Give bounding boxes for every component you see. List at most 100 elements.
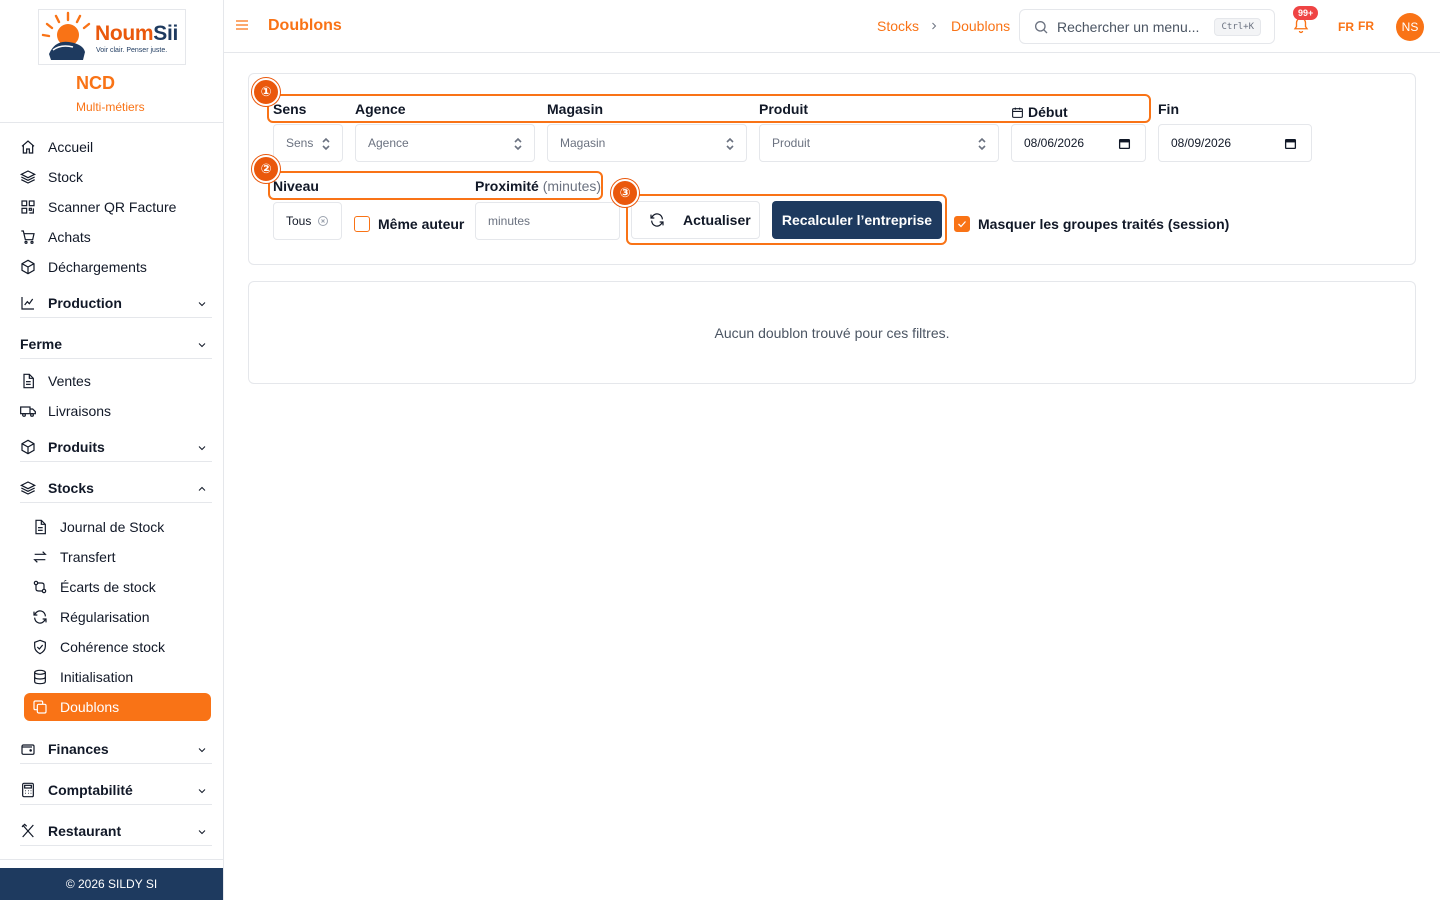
label-debut-text: Début bbox=[1028, 104, 1068, 120]
org-name: NCD bbox=[76, 73, 115, 93]
produit-select-value: Produit bbox=[772, 136, 811, 150]
layers-icon bbox=[20, 480, 36, 496]
masquer-groupes-checkbox[interactable] bbox=[954, 216, 970, 232]
clear-icon[interactable] bbox=[317, 215, 329, 227]
sidebar-item-livraisons[interactable]: Livraisons bbox=[20, 398, 210, 424]
produit-select[interactable]: Produit bbox=[759, 124, 999, 162]
search-input[interactable] bbox=[1057, 18, 1207, 35]
recalculer-entreprise-button[interactable]: Recalculer l’entreprise bbox=[772, 201, 942, 239]
menu-search[interactable]: Ctrl+K bbox=[1019, 9, 1275, 44]
fin-date-value: 08/09/2026 bbox=[1171, 136, 1232, 150]
sidebar-item-transfert[interactable]: Transfert bbox=[32, 544, 210, 570]
sidebar-group-produits[interactable]: Produits bbox=[20, 432, 212, 462]
sidebar-item-ventes[interactable]: Ventes bbox=[20, 368, 210, 394]
sidebar-group-comptabilite[interactable]: Comptabilité bbox=[20, 775, 212, 805]
sidebar-item-label: Doublons bbox=[60, 699, 120, 715]
language-switch[interactable]: FR bbox=[1338, 20, 1354, 34]
breadcrumb-stocks[interactable]: Stocks bbox=[877, 18, 919, 34]
fin-date-input[interactable]: 08/09/2026 bbox=[1158, 124, 1312, 162]
refresh-icon bbox=[32, 609, 48, 625]
sun-head-logo-icon bbox=[41, 11, 91, 60]
sidebar-item-initialisation[interactable]: Initialisation bbox=[32, 664, 210, 690]
chevron-down-icon bbox=[196, 338, 208, 350]
sidebar-item-label: Stock bbox=[48, 169, 84, 185]
brand-tagline: Voir clair. Penser juste. bbox=[96, 47, 168, 54]
chevron-down-icon bbox=[196, 784, 208, 796]
chevron-updown-icon bbox=[976, 137, 988, 151]
sidebar: NoumSii Voir clair. Penser juste. NCD Mu… bbox=[0, 0, 224, 900]
sidebar-item-coherence-stock[interactable]: Cohérence stock bbox=[32, 634, 210, 660]
niveau-select-value: Tous bbox=[286, 214, 312, 228]
label-sens: Sens bbox=[273, 101, 307, 117]
sidebar-item-label: Cohérence stock bbox=[60, 639, 166, 655]
label-proximite-text: Proximité bbox=[475, 178, 539, 194]
group-label: Stocks bbox=[48, 479, 94, 496]
home-icon bbox=[20, 139, 36, 155]
actualiser-button-label: Actualiser bbox=[683, 212, 751, 228]
chevron-updown-icon bbox=[512, 137, 524, 151]
topbar: Doublons Stocks Doublons Ctrl+K 99+ FR F… bbox=[224, 0, 1440, 53]
sidebar-item-ecarts-stock[interactable]: Écarts de stock bbox=[32, 574, 210, 600]
page-title: Doublons bbox=[268, 17, 342, 34]
proximite-input[interactable] bbox=[475, 202, 620, 240]
sidebar-item-label: Transfert bbox=[60, 549, 116, 565]
sidebar-group-ferme[interactable]: Ferme bbox=[20, 329, 212, 359]
menu-toggle-icon[interactable] bbox=[234, 17, 250, 33]
meme-auteur-checkbox[interactable] bbox=[354, 216, 370, 232]
magasin-select-value: Magasin bbox=[560, 136, 606, 150]
group-label: Comptabilité bbox=[48, 781, 133, 798]
sens-select[interactable]: Sens bbox=[273, 124, 343, 162]
sidebar-item-journal-stock[interactable]: Journal de Stock bbox=[32, 514, 210, 540]
sidebar-group-finances[interactable]: Finances bbox=[20, 734, 212, 764]
brand-logo[interactable]: NoumSii Voir clair. Penser juste. bbox=[38, 9, 186, 65]
sidebar-item-regularisation[interactable]: Régularisation bbox=[32, 604, 210, 630]
proximite-minutes-field[interactable] bbox=[476, 203, 619, 239]
sidebar-item-label: Écarts de stock bbox=[60, 579, 156, 595]
layers-icon bbox=[20, 169, 36, 185]
magasin-select[interactable]: Magasin bbox=[547, 124, 747, 162]
language-code[interactable]: FR bbox=[1358, 19, 1374, 33]
sens-select-value: Sens bbox=[286, 136, 314, 150]
agence-select[interactable]: Agence bbox=[355, 124, 535, 162]
annotation-marker-2: ② bbox=[252, 155, 280, 183]
breadcrumb-doublons[interactable]: Doublons bbox=[951, 18, 1010, 34]
user-avatar[interactable]: NS bbox=[1396, 13, 1424, 41]
meme-auteur-label: Même auteur bbox=[378, 216, 465, 232]
sidebar-item-label: Scanner QR Facture bbox=[48, 199, 177, 215]
results-panel: Aucun doublon trouvé pour ces filtres. bbox=[248, 281, 1416, 384]
sidebar-item-scanner-qr[interactable]: Scanner QR Facture bbox=[20, 194, 210, 220]
sidebar-group-production[interactable]: Production bbox=[20, 288, 212, 318]
calculator-icon bbox=[20, 782, 36, 798]
sidebar-footer: © 2026 SILDY SI bbox=[0, 868, 223, 900]
sidebar-group-stocks[interactable]: Stocks bbox=[20, 473, 212, 503]
niveau-select[interactable]: Tous bbox=[273, 202, 342, 240]
sidebar-item-accueil[interactable]: Accueil bbox=[20, 134, 210, 160]
sidebar-item-label: Journal de Stock bbox=[60, 519, 165, 535]
truck-icon bbox=[20, 403, 36, 419]
check-icon bbox=[958, 221, 966, 228]
sidebar-group-restaurant[interactable]: Restaurant bbox=[20, 816, 212, 846]
sidebar-item-label: Régularisation bbox=[60, 609, 150, 625]
qr-icon bbox=[20, 199, 36, 215]
group-label: Production bbox=[48, 294, 122, 311]
sidebar-footer-divider bbox=[0, 859, 223, 860]
file-icon bbox=[20, 373, 36, 389]
cart-icon bbox=[20, 229, 36, 245]
debut-date-input[interactable]: 08/06/2026 bbox=[1011, 124, 1146, 162]
label-magasin: Magasin bbox=[547, 101, 604, 117]
actualiser-button[interactable]: Actualiser bbox=[631, 201, 760, 239]
chart-icon bbox=[20, 295, 36, 311]
database-icon bbox=[32, 669, 48, 685]
sidebar-item-label: Initialisation bbox=[60, 669, 134, 685]
git-compare-icon bbox=[32, 579, 48, 595]
package-icon bbox=[20, 259, 36, 275]
sidebar-item-doublons[interactable]: Doublons bbox=[24, 693, 211, 721]
debut-date-value: 08/06/2026 bbox=[1024, 136, 1085, 150]
group-label: Finances bbox=[48, 740, 109, 757]
sidebar-item-dechargements[interactable]: Déchargements bbox=[20, 254, 210, 280]
sidebar-item-stock[interactable]: Stock bbox=[20, 164, 210, 190]
calendar-icon[interactable] bbox=[1284, 137, 1297, 150]
label-agence: Agence bbox=[355, 101, 406, 117]
calendar-icon[interactable] bbox=[1118, 137, 1131, 150]
sidebar-item-achats[interactable]: Achats bbox=[20, 224, 210, 250]
